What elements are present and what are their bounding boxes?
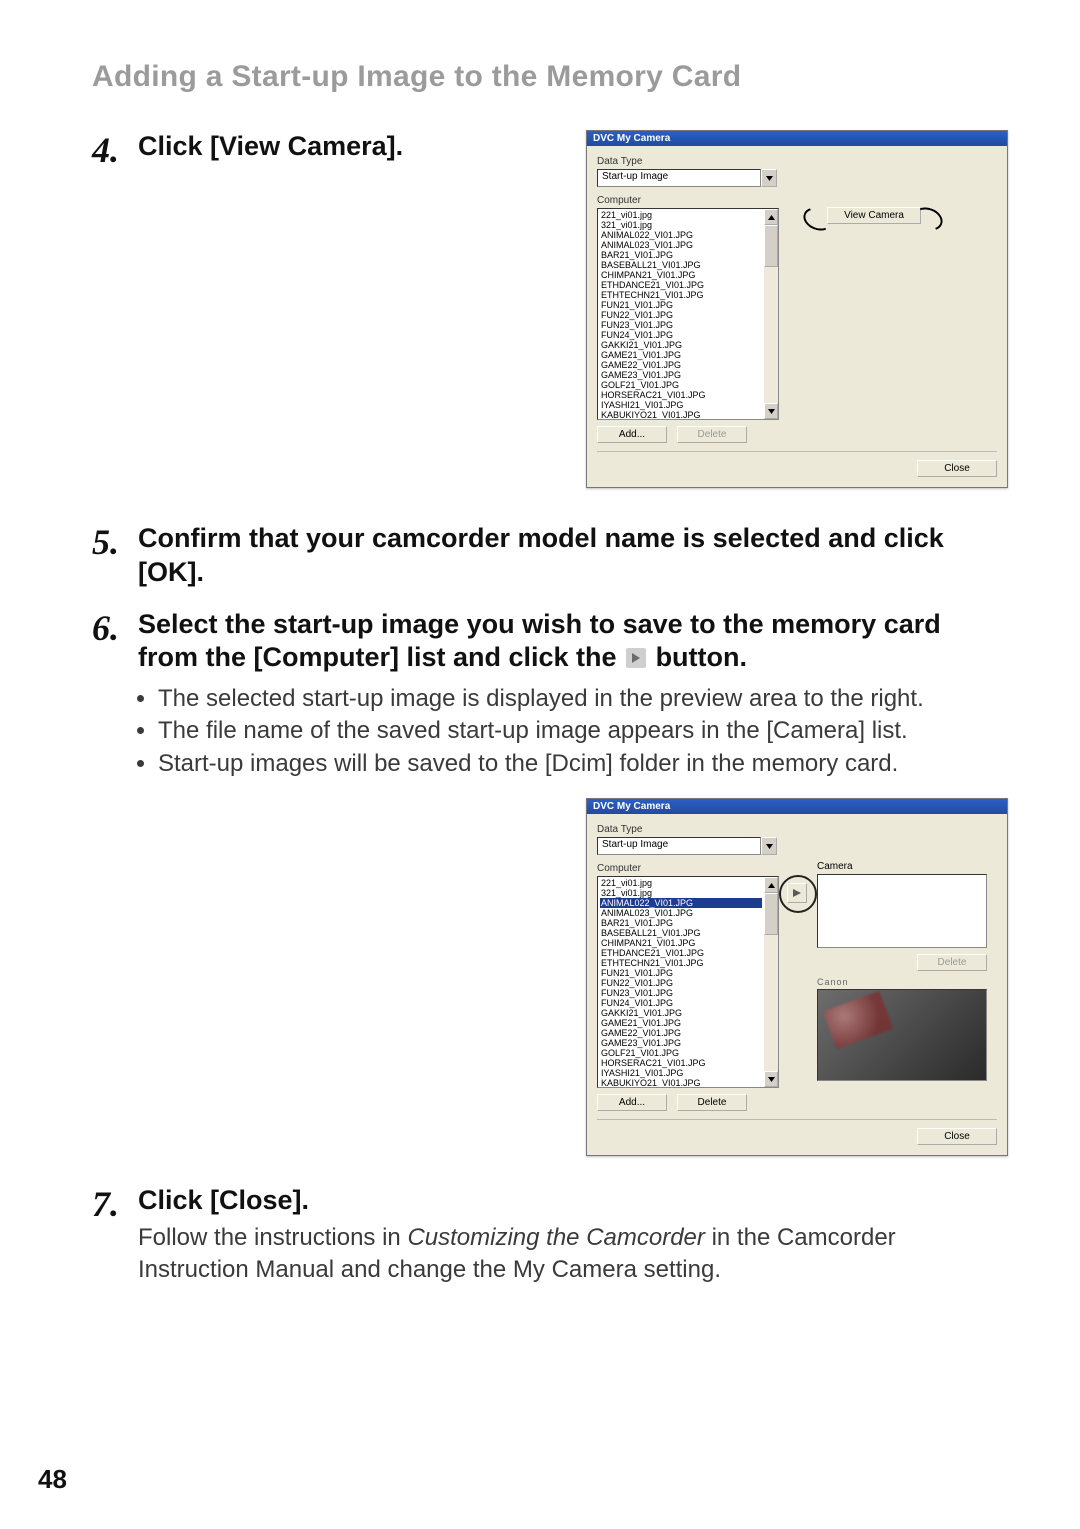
list-item[interactable]: GAME22_VI01.JPG (600, 1028, 762, 1038)
scroll-up-icon[interactable] (764, 877, 778, 893)
computer-listbox[interactable]: 221_vi01.jpg321_vi01.jpgANIMAL022_VI01.J… (597, 876, 779, 1088)
list-item[interactable]: HORSERAC21_VI01.JPG (600, 1058, 762, 1068)
step6-title-before: Select the start-up image you wish to sa… (138, 609, 941, 673)
page-number: 48 (38, 1464, 67, 1495)
step-number: 7. (92, 1184, 138, 1222)
list-item[interactable]: BAR21_VI01.JPG (600, 918, 762, 928)
list-item[interactable]: IYASHI21_VI01.JPG (600, 400, 762, 410)
dropdown-icon[interactable] (761, 169, 777, 187)
list-item[interactable]: GOLF21_VI01.JPG (600, 380, 762, 390)
preview-brand-label: Canon (817, 977, 987, 987)
list-item[interactable]: ANIMAL022_VI01.JPG (600, 898, 762, 908)
list-item[interactable]: GAKKI21_VI01.JPG (600, 340, 762, 350)
step7-para-before: Follow the instructions in (138, 1224, 407, 1251)
dvc-my-camera-dialog-2: DVC My Camera Data Type Start-up Image C… (586, 798, 1008, 1156)
list-item[interactable]: HORSERAC21_VI01.JPG (600, 390, 762, 400)
list-item[interactable]: ANIMAL022_VI01.JPG (600, 230, 762, 240)
list-item[interactable]: FUN23_VI01.JPG (600, 320, 762, 330)
data-type-label: Data Type (597, 156, 997, 167)
close-button[interactable]: Close (917, 1128, 997, 1145)
list-item[interactable]: BASEBALL21_VI01.JPG (600, 260, 762, 270)
list-item[interactable]: IYASHI21_VI01.JPG (600, 1068, 762, 1078)
list-item[interactable]: FUN21_VI01.JPG (600, 300, 762, 310)
list-item[interactable]: GOLF21_VI01.JPG (600, 1048, 762, 1058)
list-item[interactable]: GAME22_VI01.JPG (600, 360, 762, 370)
list-item[interactable]: ETHDANCE21_VI01.JPG (600, 280, 762, 290)
list-item[interactable]: 221_vi01.jpg (600, 878, 762, 888)
step6-title: Select the start-up image you wish to sa… (138, 608, 1008, 676)
step5-title: Confirm that your camcorder model name i… (138, 522, 1008, 590)
step6-bullets: The selected start-up image is displayed… (158, 683, 1008, 780)
list-item[interactable]: CHIMPAN21_VI01.JPG (600, 938, 762, 948)
scroll-thumb[interactable] (764, 893, 778, 935)
delete-button[interactable]: Delete (677, 1094, 747, 1111)
bullet-item: The file name of the saved start-up imag… (158, 715, 1008, 747)
data-type-select[interactable]: Start-up Image (597, 169, 777, 187)
step-number: 4. (92, 130, 138, 168)
view-camera-button[interactable]: View Camera (827, 207, 921, 224)
list-item[interactable]: BASEBALL21_VI01.JPG (600, 928, 762, 938)
list-item[interactable]: FUN23_VI01.JPG (600, 988, 762, 998)
list-item[interactable]: ETHDANCE21_VI01.JPG (600, 948, 762, 958)
list-item[interactable]: BAR21_VI01.JPG (600, 250, 762, 260)
list-item[interactable]: FUN21_VI01.JPG (600, 968, 762, 978)
list-item[interactable]: GAME23_VI01.JPG (600, 1038, 762, 1048)
list-item[interactable]: GAME21_VI01.JPG (600, 350, 762, 360)
add-button[interactable]: Add... (597, 426, 667, 443)
delete-button[interactable]: Delete (677, 426, 747, 443)
step7-para-em: Customizing the Camcorder (407, 1224, 704, 1251)
step-number: 6. (92, 608, 138, 646)
dropdown-icon[interactable] (761, 837, 777, 855)
computer-label: Computer (597, 195, 779, 206)
list-item[interactable]: GAKKI21_VI01.JPG (600, 1008, 762, 1018)
preview-image (817, 989, 987, 1081)
dialog-titlebar: DVC My Camera (587, 799, 1007, 814)
computer-listbox[interactable]: 221_vi01.jpg321_vi01.jpgANIMAL022_VI01.J… (597, 208, 779, 420)
scroll-up-icon[interactable] (764, 209, 778, 225)
list-item[interactable]: ANIMAL023_VI01.JPG (600, 240, 762, 250)
data-type-value: Start-up Image (597, 837, 761, 855)
list-item[interactable]: KABUKIYO21_VI01.JPG (600, 410, 762, 419)
scrollbar[interactable] (764, 877, 778, 1087)
step7-paragraph: Follow the instructions in Customizing t… (138, 1222, 1008, 1287)
list-item[interactable]: CHIMPAN21_VI01.JPG (600, 270, 762, 280)
list-item[interactable]: 221_vi01.jpg (600, 210, 762, 220)
data-type-select[interactable]: Start-up Image (597, 837, 777, 855)
list-item[interactable]: KABUKIYO21_VI01.JPG (600, 1078, 762, 1087)
list-item[interactable]: ANIMAL023_VI01.JPG (600, 908, 762, 918)
scroll-thumb[interactable] (764, 225, 778, 267)
bullet-item: Start-up images will be saved to the [Dc… (158, 748, 1008, 780)
transfer-arrow-icon (626, 648, 646, 668)
section-title: Adding a Start-up Image to the Memory Ca… (92, 60, 1008, 94)
step4-title: Click [View Camera]. (138, 130, 566, 164)
list-item[interactable]: 321_vi01.jpg (600, 888, 762, 898)
close-button[interactable]: Close (917, 460, 997, 477)
camera-delete-button[interactable]: Delete (917, 954, 987, 971)
dvc-my-camera-dialog-1: DVC My Camera Data Type Start-up Image C… (586, 130, 1008, 488)
list-item[interactable]: FUN24_VI01.JPG (600, 330, 762, 340)
scroll-down-icon[interactable] (764, 1071, 778, 1087)
list-item[interactable]: ETHTECHN21_VI01.JPG (600, 958, 762, 968)
list-item[interactable]: ETHTECHN21_VI01.JPG (600, 290, 762, 300)
computer-label: Computer (597, 863, 779, 874)
data-type-label: Data Type (597, 824, 997, 835)
scroll-down-icon[interactable] (764, 403, 778, 419)
camera-listbox[interactable] (817, 874, 987, 948)
list-item[interactable]: FUN22_VI01.JPG (600, 310, 762, 320)
add-button[interactable]: Add... (597, 1094, 667, 1111)
bullet-item: The selected start-up image is displayed… (158, 683, 1008, 715)
list-item[interactable]: FUN24_VI01.JPG (600, 998, 762, 1008)
callout-circle-icon (779, 875, 817, 913)
list-item[interactable]: FUN22_VI01.JPG (600, 978, 762, 988)
list-item[interactable]: GAME23_VI01.JPG (600, 370, 762, 380)
scrollbar[interactable] (764, 209, 778, 419)
camera-label: Camera (817, 861, 987, 872)
step7-title: Click [Close]. (138, 1184, 1008, 1218)
data-type-value: Start-up Image (597, 169, 761, 187)
list-item[interactable]: 321_vi01.jpg (600, 220, 762, 230)
dialog-titlebar: DVC My Camera (587, 131, 1007, 146)
step6-title-after: button. (648, 642, 747, 672)
step-number: 5. (92, 522, 138, 560)
list-item[interactable]: GAME21_VI01.JPG (600, 1018, 762, 1028)
